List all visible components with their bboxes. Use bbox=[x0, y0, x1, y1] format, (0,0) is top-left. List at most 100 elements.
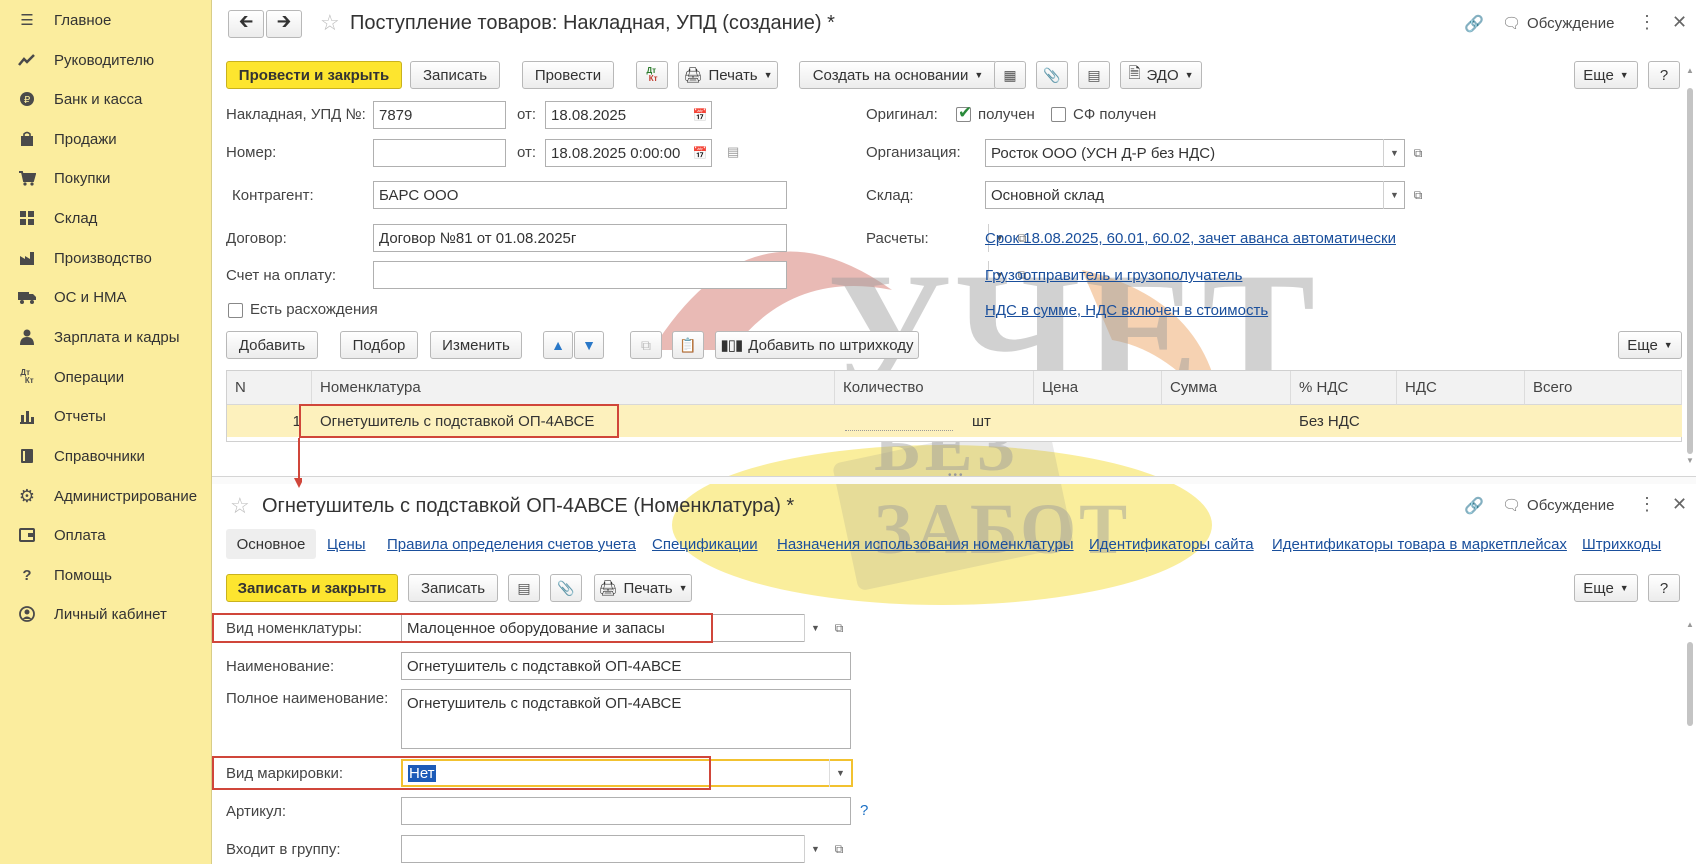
name-input[interactable]: Огнетушитель с подставкой ОП-4АВСЕ bbox=[401, 652, 851, 680]
link-icon[interactable]: 🔗 bbox=[1464, 14, 1484, 34]
tab-account-rules[interactable]: Правила определения счетов учета bbox=[387, 536, 636, 553]
scroll-thumb[interactable] bbox=[1687, 642, 1693, 726]
row-qty-field[interactable] bbox=[845, 430, 953, 431]
row-item[interactable]: Огнетушитель с подставкой ОП-4АВСЕ bbox=[312, 406, 732, 436]
group-input[interactable] bbox=[401, 835, 805, 863]
item-report-button[interactable]: ▤ bbox=[508, 574, 540, 602]
item-print-button[interactable]: 🖨 Печать ▼ bbox=[594, 574, 692, 602]
star-icon[interactable]: ☆ bbox=[320, 10, 340, 36]
item-type-input[interactable]: Малоценное оборудование и запасы bbox=[401, 614, 805, 642]
col-header-price[interactable]: Цена bbox=[1034, 371, 1162, 405]
marking-dropdown[interactable]: ▼ bbox=[829, 759, 851, 787]
sidebar-item-manager[interactable]: Руководителю bbox=[0, 42, 212, 78]
col-header-vat[interactable]: НДС bbox=[1397, 371, 1525, 405]
close-icon[interactable]: ✕ bbox=[1672, 12, 1687, 33]
sidebar-item-account[interactable]: Личный кабинет bbox=[0, 596, 212, 632]
forward-button[interactable]: 🡲 bbox=[266, 10, 302, 38]
post-button[interactable]: Провести bbox=[522, 61, 614, 89]
row-vat-rate[interactable]: Без НДС bbox=[1291, 406, 1397, 436]
history-icon[interactable]: ▤ bbox=[727, 144, 739, 160]
open-icon[interactable]: ⧉ bbox=[829, 618, 849, 638]
sidebar-item-main[interactable]: ☰ Главное bbox=[0, 2, 212, 38]
report-button[interactable]: ▤ bbox=[1078, 61, 1110, 89]
shipper-link[interactable]: Грузоотправитель и грузополучатель bbox=[985, 267, 1242, 284]
sidebar-item-directories[interactable]: Справочники bbox=[0, 438, 212, 474]
save-close-button[interactable]: Записать и закрыть bbox=[226, 574, 398, 602]
invoice-number-input[interactable]: 7879 bbox=[373, 101, 506, 129]
calendar-icon[interactable]: 📅 bbox=[690, 140, 710, 166]
col-header-total[interactable]: Всего bbox=[1525, 371, 1682, 405]
edit-row-button[interactable]: Изменить bbox=[430, 331, 522, 359]
article-input[interactable] bbox=[401, 797, 851, 825]
edo-button[interactable]: 🗎 ЭДО ▼ bbox=[1120, 61, 1202, 89]
vat-link[interactable]: НДС в сумме, НДС включен в стоимость bbox=[985, 302, 1268, 319]
copy-button[interactable]: ⧉ bbox=[630, 331, 662, 359]
barcode-button[interactable]: ▮▯▮ Добавить по штрихкоду bbox=[715, 331, 919, 359]
splitter-grip-icon[interactable]: ••• bbox=[948, 470, 965, 481]
item-type-dropdown[interactable]: ▼ bbox=[804, 614, 826, 642]
warehouse-input[interactable]: Основной склад bbox=[985, 181, 1405, 209]
org-dropdown[interactable]: ▼ bbox=[1383, 139, 1405, 167]
table-more-button[interactable]: Еще ▼ bbox=[1618, 331, 1682, 359]
open-icon[interactable]: ⧉ bbox=[1408, 143, 1428, 163]
sidebar-item-hr[interactable]: Зарплата и кадры bbox=[0, 319, 212, 355]
scroll-down-icon[interactable]: ▼ bbox=[1686, 456, 1694, 465]
scroll-thumb[interactable] bbox=[1687, 88, 1693, 454]
settlements-link[interactable]: Срок 18.08.2025, 60.01, 60.02, зачет ава… bbox=[985, 230, 1396, 247]
more-button[interactable]: Еще ▼ bbox=[1574, 61, 1638, 89]
group-dropdown[interactable]: ▼ bbox=[804, 835, 826, 863]
contractor-input[interactable]: БАРС ООО bbox=[373, 181, 787, 209]
sf-received-checkbox[interactable] bbox=[1051, 107, 1066, 122]
contract-input[interactable]: Договор №81 от 01.08.2025г bbox=[373, 224, 787, 252]
star-icon[interactable]: ☆ bbox=[230, 493, 250, 519]
paste-button[interactable]: 📋 bbox=[672, 331, 704, 359]
col-header-vat-rate[interactable]: % НДС bbox=[1291, 371, 1397, 405]
more-vert-icon[interactable]: ⋮ bbox=[1638, 494, 1656, 515]
payment-input[interactable] bbox=[373, 261, 787, 289]
dt-kt-button[interactable]: Дт Кт bbox=[636, 61, 668, 89]
save-button[interactable]: Записать bbox=[410, 61, 500, 89]
org-input[interactable]: Росток ООО (УСН Д-Р без НДС) bbox=[985, 139, 1405, 167]
marking-input[interactable]: Нет bbox=[401, 759, 853, 787]
tab-prices[interactable]: Цены bbox=[327, 536, 366, 553]
help-button[interactable]: ? bbox=[1648, 61, 1680, 89]
structure-button[interactable]: ▦ bbox=[994, 61, 1026, 89]
tab-site-ids[interactable]: Идентификаторы сайта bbox=[1089, 536, 1254, 553]
number-input[interactable] bbox=[373, 139, 506, 167]
move-up-button[interactable]: ▲ bbox=[543, 331, 573, 359]
col-header-n[interactable]: N bbox=[227, 371, 312, 405]
calendar-icon[interactable]: 📅 bbox=[690, 102, 710, 128]
tab-main[interactable]: Основное bbox=[226, 529, 316, 559]
item-help-button[interactable]: ? bbox=[1648, 574, 1680, 602]
scroll-up-icon[interactable]: ▲ bbox=[1686, 66, 1694, 75]
tab-barcodes[interactable]: Штрихкоды bbox=[1582, 536, 1661, 553]
more-vert-icon[interactable]: ⋮ bbox=[1638, 12, 1656, 33]
item-more-button[interactable]: Еще ▼ bbox=[1574, 574, 1638, 602]
attach-button[interactable]: 📎 bbox=[1036, 61, 1068, 89]
tab-usage[interactable]: Назначения использования номенклатуры bbox=[777, 536, 1074, 553]
invoice-date-input[interactable]: 18.08.2025 bbox=[545, 101, 712, 129]
number-date-input[interactable]: 18.08.2025 0:00:00 bbox=[545, 139, 712, 167]
sidebar-item-production[interactable]: Производство bbox=[0, 240, 212, 276]
col-header-qty[interactable]: Количество bbox=[835, 371, 1034, 405]
post-close-button[interactable]: Провести и закрыть bbox=[226, 61, 402, 89]
top-scrollbar[interactable]: ▲ ▼ bbox=[1686, 66, 1694, 466]
discrepancy-checkbox[interactable] bbox=[228, 303, 243, 318]
help-q-icon[interactable]: ? bbox=[860, 802, 868, 819]
sidebar-item-sales[interactable]: Продажи bbox=[0, 121, 212, 157]
received-checkbox[interactable] bbox=[956, 103, 972, 123]
discussion-button[interactable]: 🗨 Обсуждение bbox=[1502, 14, 1614, 33]
sidebar-item-admin[interactable]: ⚙ Администрирование bbox=[0, 478, 212, 514]
open-icon[interactable]: ⧉ bbox=[1408, 185, 1428, 205]
sidebar-item-warehouse[interactable]: Склад bbox=[0, 200, 212, 236]
sidebar-item-bank[interactable]: ₽ Банк и касса bbox=[0, 81, 212, 117]
item-discussion-button[interactable]: 🗨 Обсуждение bbox=[1502, 496, 1614, 515]
item-save-button[interactable]: Записать bbox=[408, 574, 498, 602]
move-down-button[interactable]: ▼ bbox=[574, 331, 604, 359]
fullname-textarea[interactable]: Огнетушитель с подставкой ОП-4АВСЕ bbox=[401, 689, 851, 749]
warehouse-dropdown[interactable]: ▼ bbox=[1383, 181, 1405, 209]
scroll-up-icon[interactable]: ▲ bbox=[1686, 620, 1694, 629]
add-row-button[interactable]: Добавить bbox=[226, 331, 318, 359]
create-based-button[interactable]: Создать на основании ▼ bbox=[799, 61, 997, 89]
tab-specs[interactable]: Спецификации bbox=[652, 536, 758, 553]
